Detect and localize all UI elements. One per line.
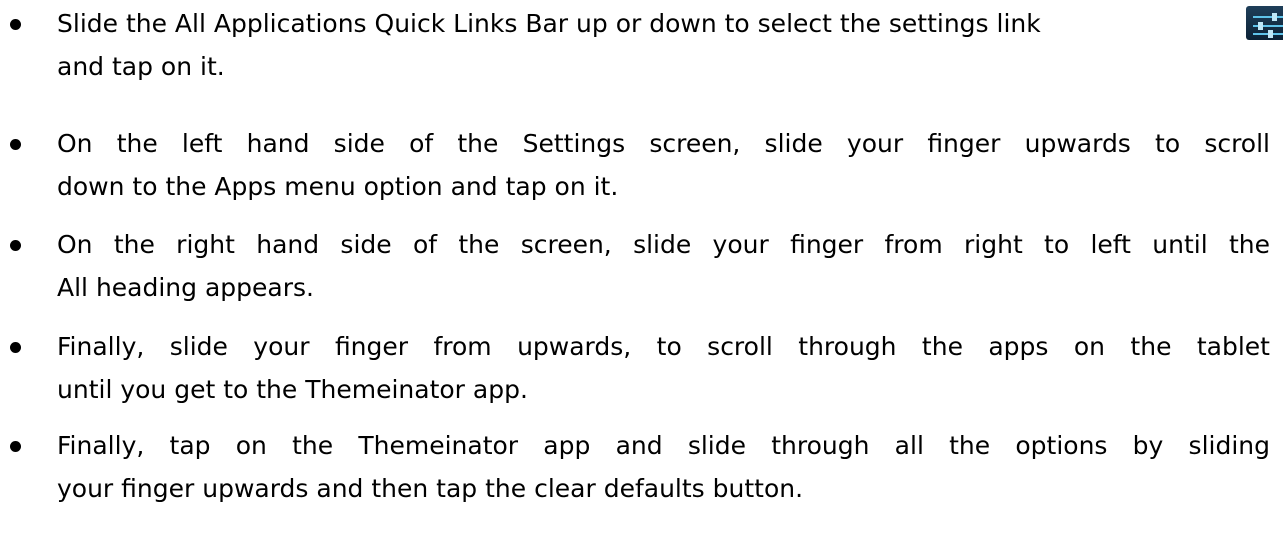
instruction-line-1: Finally, tap on the Themeinator app and … bbox=[57, 431, 1270, 460]
instruction-line-2: down to the Apps menu option and tap on … bbox=[57, 172, 619, 201]
bullet-icon bbox=[10, 139, 21, 150]
bullet-icon bbox=[10, 441, 21, 452]
instruction-document: Slide the All Applications Quick Links B… bbox=[0, 0, 1283, 536]
instruction-line-1: On the left hand side of the Settings sc… bbox=[57, 129, 1270, 158]
bullet-icon bbox=[10, 342, 21, 353]
bullet-icon bbox=[10, 240, 21, 251]
bullet-icon bbox=[10, 19, 21, 30]
instruction-line-1: Finally, slide your finger from upwards,… bbox=[57, 332, 1270, 361]
instruction-line-2: your finger upwards and then tap the cle… bbox=[57, 474, 804, 503]
instruction-line-1: Slide the All Applications Quick Links B… bbox=[57, 9, 1041, 38]
instruction-line-2: and tap on it. bbox=[57, 52, 225, 81]
instruction-line-2: All heading appears. bbox=[57, 273, 314, 302]
instruction-line-2: until you get to the Themeinator app. bbox=[57, 375, 528, 404]
settings-sliders-icon bbox=[1246, 6, 1283, 40]
instruction-line-1: On the right hand side of the screen, sl… bbox=[57, 230, 1270, 259]
